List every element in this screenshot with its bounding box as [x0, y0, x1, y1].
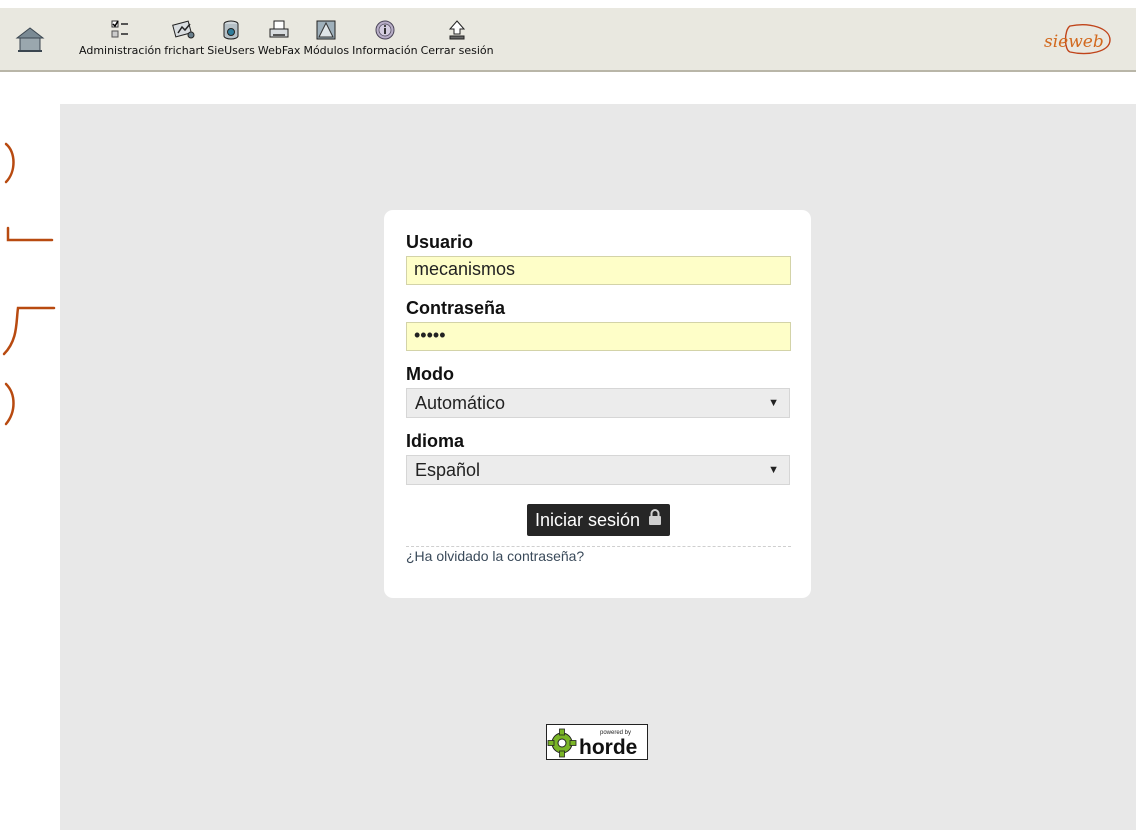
toolbar-item-informacion[interactable]: Información	[352, 18, 418, 57]
decorative-mark-1	[4, 142, 15, 184]
toolbar-label: Módulos	[303, 44, 350, 57]
decorative-mark-2	[6, 226, 54, 242]
mode-select[interactable]: Automático ▼	[406, 388, 790, 418]
database-icon	[219, 18, 243, 42]
login-button[interactable]: Iniciar sesión	[526, 504, 671, 536]
forgot-password-link[interactable]: ¿Ha olvidado la contraseña?	[406, 548, 791, 564]
toolbar-label: Información	[352, 44, 418, 57]
info-icon	[373, 18, 397, 42]
chevron-down-icon: ▼	[768, 464, 779, 476]
svg-text:sieweb: sieweb	[1044, 32, 1104, 52]
modules-icon	[314, 18, 338, 42]
login-button-label: Iniciar sesión	[534, 509, 641, 530]
logout-icon	[445, 18, 469, 42]
powered-by-horde-logo[interactable]: powered by horde	[546, 724, 648, 760]
language-select[interactable]: Español ▼	[406, 455, 790, 485]
username-input[interactable]: mecanismos	[406, 256, 791, 285]
sieweb-logo: sieweb	[1036, 20, 1116, 60]
toolbar-label: SieUsers	[207, 44, 255, 57]
main-area: Usuario mecanismos Contraseña ••••• Modo…	[60, 104, 1136, 830]
chart-tools-icon	[172, 18, 196, 42]
toolbar-label: Cerrar sesión	[420, 44, 494, 57]
svg-text:horde: horde	[579, 736, 637, 759]
password-input[interactable]: •••••	[406, 322, 791, 351]
password-label: Contraseña	[406, 298, 506, 318]
divider	[406, 546, 791, 547]
toolbar-item-sieusers[interactable]: SieUsers	[207, 18, 255, 57]
mode-select-value: Automático	[415, 393, 506, 413]
language-select-value: Español	[415, 460, 481, 480]
home-icon[interactable]	[15, 24, 45, 54]
fax-icon	[267, 18, 291, 42]
toolbar-label: frichart	[164, 44, 205, 57]
username-label: Usuario	[406, 232, 474, 252]
toolbar-item-administracion[interactable]: Administración	[79, 18, 161, 57]
language-label: Idioma	[406, 431, 465, 451]
decorative-mark-4	[4, 382, 15, 426]
chevron-down-icon: ▼	[768, 397, 779, 409]
toolbar-label: Administración	[79, 44, 162, 57]
toolbar-item-webfax[interactable]: WebFax	[257, 18, 301, 57]
mode-label: Modo	[406, 364, 454, 384]
login-form: Usuario mecanismos Contraseña ••••• Modo…	[384, 210, 811, 598]
toolbar-label: WebFax	[257, 44, 301, 57]
toolbar-items: Administración frichart SieUsers WebFax …	[79, 18, 494, 57]
checklist-icon	[108, 18, 132, 42]
lock-icon	[648, 509, 662, 531]
top-toolbar: Administración frichart SieUsers WebFax …	[0, 8, 1136, 72]
decorative-mark-3	[2, 306, 56, 356]
toolbar-item-modulos[interactable]: Módulos	[303, 18, 349, 57]
toolbar-item-cerrar-sesion[interactable]: Cerrar sesión	[421, 18, 494, 57]
toolbar-item-frichart[interactable]: frichart	[164, 18, 204, 57]
